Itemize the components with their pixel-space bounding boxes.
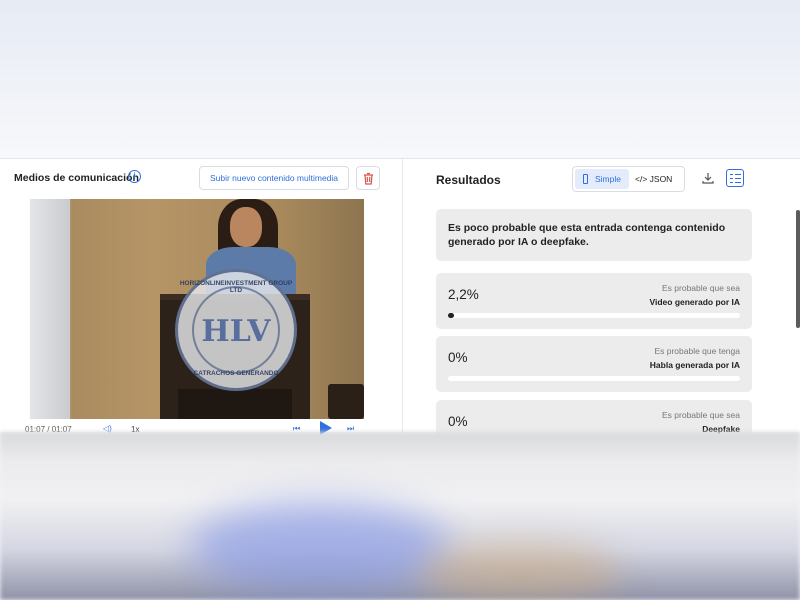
result-percent: 0%: [448, 414, 468, 429]
list-view-icon[interactable]: [726, 169, 744, 187]
result-card-video: 2,2% Es probable que sea Video generado …: [436, 273, 752, 329]
watermark-top-text: HORIZONLINEINVESTMENT GROUP LTD: [179, 280, 293, 294]
watermark-logo: HORIZONLINEINVESTMENT GROUP LTD HLV CATR…: [175, 269, 297, 391]
watermark-text: HLV: [201, 314, 271, 349]
trash-icon: [364, 172, 373, 185]
upload-media-button[interactable]: Subir nuevo contenido multimedia: [199, 166, 349, 190]
blur-shape: [420, 542, 620, 600]
watermark-bottom-text: CATRACHOS GENERANDO: [193, 370, 279, 377]
result-percent: 0%: [448, 350, 468, 365]
download-icon[interactable]: [701, 171, 715, 185]
result-progress-track: [448, 313, 740, 318]
delete-button[interactable]: [356, 166, 380, 190]
toggle-simple[interactable]: Simple: [575, 169, 629, 189]
media-panel: Medios de comunicación i Subir nuevo con…: [0, 159, 403, 435]
toggle-json[interactable]: </> JSON: [635, 169, 672, 189]
result-label-top: Es probable que sea: [662, 283, 740, 293]
video-player[interactable]: HORIZONLINEINVESTMENT GROUP LTD HLV CATR…: [30, 199, 364, 419]
info-icon[interactable]: i: [128, 170, 141, 183]
result-label-bottom: Video generado por IA: [649, 297, 740, 307]
results-panel: Resultados Simple </> JSON Es poco proba…: [403, 159, 800, 456]
video-wall: [30, 199, 70, 419]
result-percent: 2,2%: [448, 287, 479, 302]
app-panel: Medios de comunicación i Subir nuevo con…: [0, 158, 800, 456]
blur-shape: [190, 502, 450, 592]
media-title: Medios de comunicación: [14, 172, 139, 184]
result-progress-track: [448, 376, 740, 381]
simple-view-icon: [583, 174, 588, 184]
blurred-top-area: [0, 0, 800, 158]
result-label-top: Es probable que sea: [662, 410, 740, 420]
results-title: Resultados: [436, 173, 501, 187]
result-label-bottom: Habla generada por IA: [649, 360, 740, 370]
video-podium-base: [178, 389, 292, 419]
scrollbar[interactable]: [796, 210, 800, 328]
toggle-simple-label: Simple: [595, 174, 621, 184]
video-person-face: [230, 207, 262, 247]
result-label-top: Es probable que tenga: [654, 346, 740, 356]
blurred-bottom-area: [0, 432, 800, 600]
result-progress-fill: [448, 313, 455, 318]
results-summary: Es poco probable que esta entrada conten…: [436, 209, 752, 261]
result-card-speech: 0% Es probable que tenga Habla generada …: [436, 336, 752, 392]
video-chair: [328, 384, 364, 419]
view-toggle: Simple </> JSON: [572, 166, 685, 192]
